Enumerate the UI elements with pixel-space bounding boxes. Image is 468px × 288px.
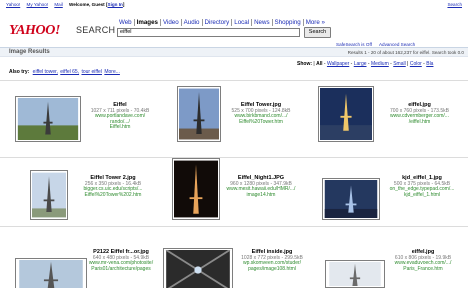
tab-shopping[interactable]: Shopping: [273, 19, 304, 26]
eiffel-interior-photo-icon: [165, 250, 231, 288]
my-yahoo-link[interactable]: My Yahoo!: [27, 2, 49, 7]
result-thumbnail[interactable]: [163, 248, 233, 288]
result-url[interactable]: /eiffel.htm: [377, 119, 462, 126]
show-all-option[interactable]: All: [316, 61, 322, 67]
results-title: Image Results: [9, 49, 50, 55]
tab-web[interactable]: Web: [117, 19, 135, 26]
result-thumbnail[interactable]: [15, 258, 87, 288]
welcome-text: Welcome, Guest [Sign In]: [69, 2, 125, 7]
result-caption: Eiffel_Night1.JPG 960 x 1280 pixels - 34…: [218, 175, 304, 199]
also-try-eiffel-65[interactable]: eiffel 65,: [60, 69, 79, 75]
result-url[interactable]: kjd_eiffel_1.html: [380, 192, 464, 199]
result-thumbnail[interactable]: [318, 86, 374, 142]
show-wallpaper-option[interactable]: Wallpaper: [327, 61, 349, 67]
yahoo-link[interactable]: Yahoo!: [6, 2, 20, 7]
result-caption: Eiffel Tower.jpg 525 x 700 pixels - 124.…: [222, 102, 300, 126]
eiffel-photo-icon: [32, 172, 66, 218]
search-input[interactable]: eiffel: [117, 28, 300, 37]
result-url[interactable]: Paris01/architecture/pages: [80, 266, 162, 273]
sign-in-link[interactable]: Sign In: [108, 2, 123, 7]
tab-more[interactable]: More »: [304, 19, 327, 26]
show-medium-option[interactable]: Medium: [371, 61, 389, 67]
tab-directory[interactable]: Directory: [203, 19, 233, 26]
result-caption: eiffel.jpg 610 x 806 pixels - 19.9kB www…: [382, 249, 464, 273]
tab-local[interactable]: Local: [232, 19, 253, 26]
result-url[interactable]: pages/image108.html: [232, 266, 312, 273]
result-caption: Eiffel Tower 2.jpg 256 x 350 pixels - 16…: [68, 175, 158, 199]
welcome-label: Welcome, Guest: [69, 2, 105, 7]
result-url[interactable]: image14.htm: [218, 192, 304, 199]
tab-video[interactable]: Video: [161, 19, 182, 26]
eiffel-photo-icon: [19, 260, 83, 288]
tab-audio[interactable]: Audio: [182, 19, 203, 26]
results-header-bar: Image Results Results 1 - 20 of about 16…: [0, 47, 468, 57]
result-url[interactable]: Eiffel.htm: [82, 125, 158, 131]
divider: [0, 226, 468, 227]
eiffel-night-photo-icon: [320, 88, 372, 140]
result-caption: kjd_eiffel_1.jpg 500 x 375 pixels - 64.5…: [380, 175, 464, 199]
results-count: Results 1 - 20 of about 162,237 for eiff…: [347, 50, 464, 55]
also-try-more[interactable]: More...: [104, 69, 120, 75]
yahoo-logo[interactable]: YAHOO!: [9, 23, 60, 39]
search-logo-word: SEARCH: [76, 25, 116, 35]
result-caption: P2122 Eiffel fr...or.jpg 640 x 480 pixel…: [80, 249, 162, 273]
search-button[interactable]: Search: [304, 27, 331, 38]
tab-news[interactable]: News: [252, 19, 273, 26]
result-caption: Eiffel 1027 x 711 pixels - 70.4kB www.po…: [82, 102, 158, 131]
result-caption: Eiffel inside.jpg 1028 x 772 pixels - 29…: [232, 249, 312, 273]
eiffel-photo-icon: [179, 88, 219, 140]
divider: [0, 80, 468, 81]
mail-link[interactable]: Mail: [54, 2, 62, 7]
result-thumbnail[interactable]: [325, 260, 385, 288]
eiffel-night-photo-icon: [324, 180, 378, 218]
tab-images[interactable]: Images: [135, 19, 161, 26]
result-url[interactable]: Eiffel%20Tower.htm: [222, 119, 300, 126]
result-thumbnail[interactable]: [177, 86, 221, 142]
top-bar: Yahoo! My Yahoo! Mail Welcome, Guest [Si…: [6, 2, 462, 12]
result-url[interactable]: Paris_France.htm: [382, 266, 464, 273]
also-try-tour-eiffel[interactable]: tour eiffel: [81, 69, 101, 75]
show-small-option[interactable]: Small: [393, 61, 406, 67]
result-thumbnail[interactable]: [30, 170, 68, 220]
show-large-option[interactable]: Large: [354, 61, 367, 67]
show-filter-bar: Show: | All - Wallpaper - Large - Medium…: [297, 61, 434, 67]
result-thumbnail[interactable]: [15, 96, 81, 142]
result-url[interactable]: Eiffel%20Tower%202.htm: [68, 192, 158, 199]
also-try-bar: Also try: eiffel tower, eiffel 65, tour …: [9, 69, 121, 75]
search-home-link[interactable]: Search: [447, 2, 462, 7]
result-thumbnail[interactable]: [172, 158, 220, 220]
show-black-option[interactable]: Bla: [426, 61, 433, 67]
divider: [0, 157, 468, 158]
show-color-option[interactable]: Color: [410, 61, 422, 67]
result-thumbnail[interactable]: [322, 178, 380, 220]
also-try-label: Also try:: [9, 69, 30, 75]
show-label: Show:: [297, 61, 312, 67]
also-try-eiffel-tower[interactable]: eiffel tower,: [33, 69, 58, 75]
result-caption: eiffel.jpg 700 x 760 pixels - 173.5kB ww…: [377, 102, 462, 126]
eiffel-photo-icon: [17, 98, 79, 140]
vertical-tabs: Web Images Video Audio Directory Local News Sho…: [117, 19, 327, 26]
eiffel-photo-icon: [329, 262, 381, 286]
eiffel-night-photo-icon: [174, 160, 218, 218]
